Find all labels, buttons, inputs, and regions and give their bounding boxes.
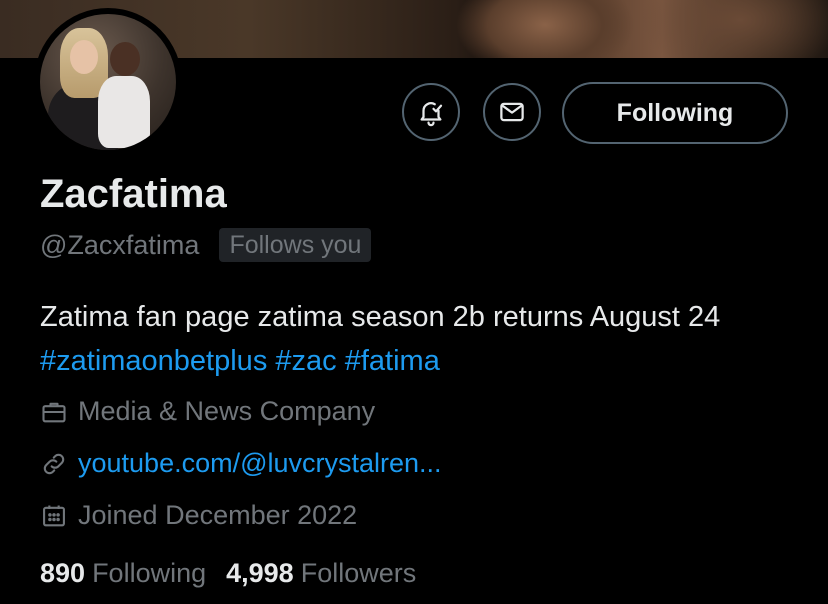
following-label: Following [92,558,207,588]
message-button[interactable] [483,83,541,141]
followers-count: 4,998 [226,558,294,588]
profile-bio: Zatima fan page zatima season 2b returns… [40,295,800,383]
avatar-image [40,14,176,150]
avatar-child-face [110,42,140,76]
hashtag-link[interactable]: #fatima [345,345,440,377]
joined-date: Joined December 2022 [78,500,358,530]
hashtag-link[interactable]: #zatimaonbetplus [40,345,267,377]
profile-joined: Joined December 2022 [40,500,357,531]
banner-image-detail [455,0,635,58]
followers-stat-link[interactable]: 4,998 Followers [226,558,416,589]
handle-row: @Zacxfatima Follows you [40,228,372,262]
followers-label: Followers [300,558,417,588]
bio-text: Zatima fan page zatima season 2b returns… [40,301,721,333]
category-label: Media & News Company [78,396,376,426]
briefcase-icon [42,402,66,422]
website-link[interactable]: youtube.com/@luvcrystalren... [78,448,442,479]
display-name: Zacfatima [40,172,227,216]
avatar-child [98,76,150,148]
calendar-icon [43,505,65,526]
following-count: 890 [40,558,86,588]
following-stat-link[interactable]: 890 Following [40,558,206,589]
profile-website[interactable]: youtube.com/@luvcrystalren... [40,448,442,479]
envelope-icon [500,102,524,122]
avatar-figure-face [70,40,98,74]
hashtag-link[interactable]: #zac [275,345,336,377]
banner-image-detail-2 [640,0,828,58]
following-button[interactable]: Following [562,82,788,144]
notifications-button[interactable] [402,83,460,141]
link-icon [43,453,65,474]
user-handle: @Zacxfatima [40,229,200,260]
profile-stats: 890 Following 4,998 Followers [40,558,436,589]
follows-you-badge: Follows you [219,228,372,262]
bell-check-icon [420,102,443,127]
avatar[interactable] [34,8,182,156]
profile-category: Media & News Company [40,396,375,427]
